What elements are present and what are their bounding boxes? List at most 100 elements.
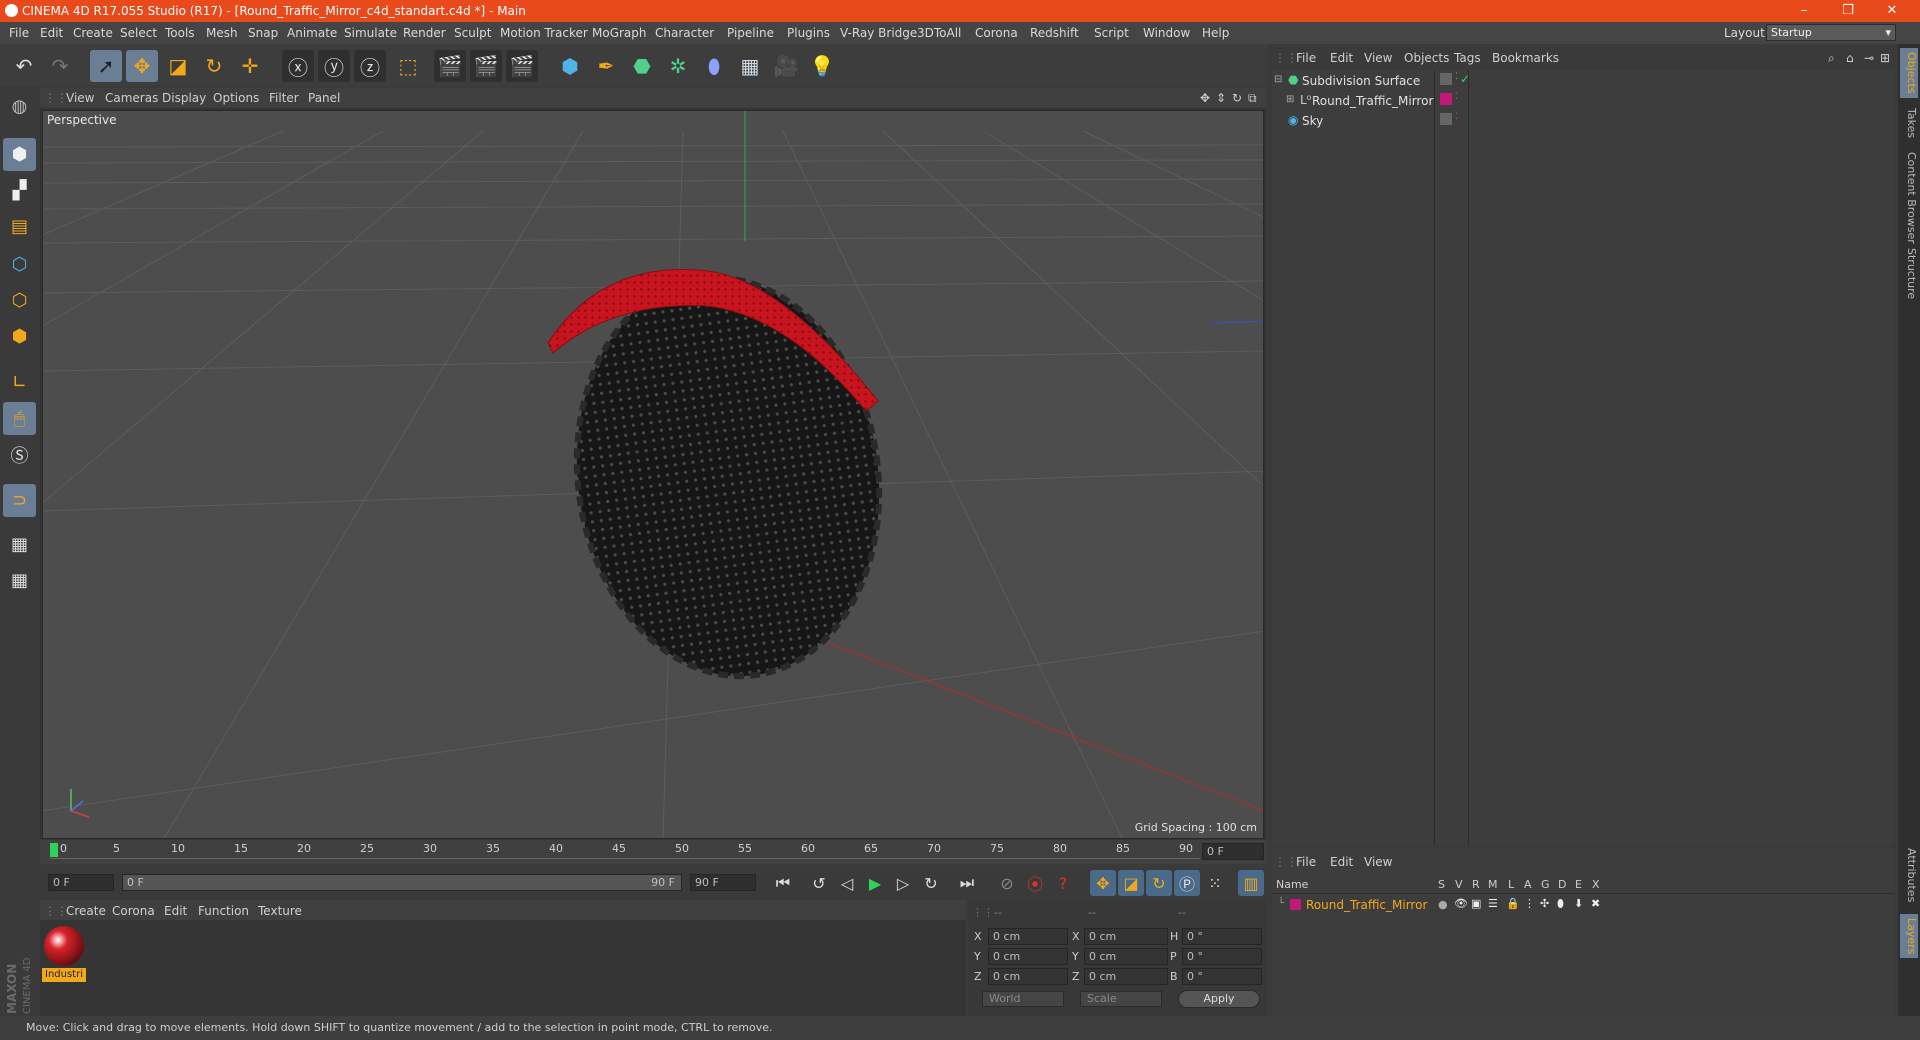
material-menu-corona[interactable]: Corona (112, 904, 155, 918)
add-floor-button[interactable]: ▦ (734, 50, 766, 82)
axis-mode-button[interactable]: ∟ (3, 366, 36, 399)
add-cube-button[interactable]: ⬢ (554, 50, 586, 82)
previous-frame-button[interactable]: ◁ (834, 870, 860, 896)
layers-menu-edit[interactable]: Edit (1330, 855, 1353, 869)
autokey-button[interactable]: ? (1050, 870, 1076, 896)
previous-key-button[interactable]: ↺ (806, 870, 832, 896)
tweak-mode-button[interactable]: 🖱 (3, 402, 36, 435)
record-active-button[interactable]: ⦿ (1022, 870, 1048, 896)
timeline-layout-button[interactable]: ▥ (1238, 870, 1264, 896)
objects-menu-tags[interactable]: Tags (1454, 51, 1481, 65)
render-picture-viewer-button[interactable]: 🎬 (470, 50, 502, 82)
scale-tool[interactable]: ◪ (162, 50, 194, 82)
tab-attributes[interactable]: Attributes (1900, 844, 1918, 906)
undo-button[interactable]: ↶ (8, 50, 40, 82)
viewport-menu-cameras[interactable]: Cameras (105, 91, 158, 105)
layer-tag-icon[interactable] (1440, 113, 1452, 125)
tab-content-browser[interactable]: Content Browser (1900, 148, 1918, 248)
object-row-round-traffic-mirror[interactable]: ⊞ L⁰ Round_Traffic_Mirror ⁚ (1272, 92, 1894, 110)
column-locked[interactable]: L (1508, 878, 1514, 891)
eye-icon[interactable]: 👁 (1454, 897, 1468, 910)
planar-workplane-button[interactable]: ▦ (3, 564, 36, 597)
render-view-button[interactable]: 🎬 (434, 50, 466, 82)
close-button[interactable]: ✕ (1872, 2, 1912, 20)
column-manager[interactable]: M (1488, 878, 1498, 891)
tab-layers[interactable]: Layers (1900, 914, 1918, 959)
menu-help[interactable]: Help (1202, 26, 1229, 40)
restore-button[interactable]: ❐ (1828, 2, 1868, 20)
expand-icon[interactable]: ⊞ (1880, 51, 1890, 65)
size-z-field[interactable]: 0 cm (1084, 968, 1168, 985)
generator-icon[interactable]: ✣ (1540, 897, 1549, 910)
menu-character[interactable]: Character (655, 26, 714, 40)
position-y-field[interactable]: 0 cm (988, 948, 1068, 965)
menu-plugins[interactable]: Plugins (787, 26, 830, 40)
layer-color-swatch[interactable] (1440, 93, 1452, 105)
key-pla-button[interactable]: ⁙ (1202, 870, 1228, 896)
home-icon[interactable]: ⌂ (1846, 51, 1854, 65)
solo-toggle-icon[interactable]: ● (1438, 898, 1448, 911)
texture-mode-button[interactable]: ▞ (3, 174, 36, 207)
visibility-dots-icon[interactable]: ⁚ (1455, 112, 1458, 122)
move-tool[interactable]: ✥ (126, 50, 158, 82)
perspective-viewport[interactable]: Perspective Grid Spacing : 100 cm (42, 110, 1264, 839)
layer-row[interactable]: └ Round_Traffic_Mirror ● 👁 ▣ ☰ 🔒 ⋮ ✣ ⬮ ⬇… (1272, 896, 1894, 914)
material-menu-texture[interactable]: Texture (258, 904, 302, 918)
render-settings-button[interactable]: 🎬 (506, 50, 538, 82)
model-mode-button[interactable]: ⬢ (3, 138, 36, 171)
x-axis-toggle[interactable]: ⓧ (282, 50, 314, 82)
menu-animate[interactable]: Animate (287, 26, 337, 40)
size-x-field[interactable]: 0 cm (1084, 928, 1168, 945)
lock-icon[interactable]: 🔒 (1506, 897, 1520, 910)
menu-snap[interactable]: Snap (248, 26, 278, 40)
column-view[interactable]: V (1455, 878, 1463, 891)
viewport-move-icon[interactable]: ✥ (1200, 91, 1210, 105)
key-scale-button[interactable]: ◪ (1118, 870, 1144, 896)
rotate-tool[interactable]: ↻ (198, 50, 230, 82)
menu-pipeline[interactable]: Pipeline (727, 26, 774, 40)
column-animation[interactable]: A (1524, 878, 1532, 891)
viewport-maximize-icon[interactable]: ⧉ (1248, 91, 1257, 106)
menu-script[interactable]: Script (1094, 26, 1129, 40)
go-to-start-button[interactable]: ⏮ (770, 870, 796, 896)
z-axis-toggle[interactable]: ⓩ (354, 50, 386, 82)
make-editable-button[interactable]: ◍ (3, 90, 36, 123)
menu-3dtoall[interactable]: 3DToAll (917, 26, 961, 40)
add-nurbs-button[interactable]: ⬣ (626, 50, 658, 82)
layer-color-swatch[interactable] (1290, 899, 1301, 910)
visibility-dots-icon[interactable]: ⁚ (1455, 92, 1458, 102)
apply-button[interactable]: Apply (1178, 990, 1260, 1008)
menu-redshift[interactable]: Redshift (1030, 26, 1079, 40)
material-swatch[interactable]: Industri (42, 926, 86, 984)
objects-menu-view[interactable]: View (1364, 51, 1392, 65)
rotation-b-field[interactable]: 0 ° (1182, 968, 1262, 985)
tab-takes[interactable]: Takes (1900, 104, 1918, 142)
key-parameter-button[interactable]: Ⓟ (1174, 870, 1200, 896)
timeline-ruler[interactable]: 0 5 10 15 20 25 30 35 40 45 50 55 60 65 … (40, 840, 1266, 864)
coordinate-system-button[interactable]: ⬚ (392, 50, 424, 82)
layers-menu-file[interactable]: File (1296, 855, 1316, 869)
tab-structure[interactable]: Structure (1900, 244, 1918, 303)
next-key-button[interactable]: ↻ (918, 870, 944, 896)
viewport-menu-filter[interactable]: Filter (269, 91, 299, 105)
column-generators[interactable]: G (1541, 878, 1550, 891)
playhead-marker[interactable] (50, 843, 58, 857)
frame-range-slider[interactable]: 0 F 90 F (122, 874, 682, 891)
size-y-field[interactable]: 0 cm (1084, 948, 1168, 965)
menu-create[interactable]: Create (73, 26, 113, 40)
objects-menu-edit[interactable]: Edit (1330, 51, 1353, 65)
column-expressions[interactable]: E (1575, 878, 1582, 891)
object-row-sky[interactable]: ◉ Sky ⁚ (1272, 112, 1894, 130)
material-menu-create[interactable]: Create (66, 904, 106, 918)
polygons-mode-button[interactable]: ⬢ (3, 320, 36, 353)
rotation-p-field[interactable]: 0 ° (1182, 948, 1262, 965)
manager-list-icon[interactable]: ☰ (1488, 897, 1498, 910)
start-frame-field[interactable]: 0 F (48, 874, 114, 891)
snap-button[interactable]: Ⓢ (3, 438, 36, 471)
add-spline-button[interactable]: ✒ (590, 50, 622, 82)
size-mode-dropdown[interactable]: Scale (1080, 991, 1162, 1007)
add-deformer-button[interactable]: ⬮ (698, 50, 730, 82)
add-camera-button[interactable]: 🎥 (770, 50, 802, 82)
key-position-button[interactable]: ✥ (1090, 870, 1116, 896)
animation-icon[interactable]: ⋮ (1524, 897, 1535, 910)
